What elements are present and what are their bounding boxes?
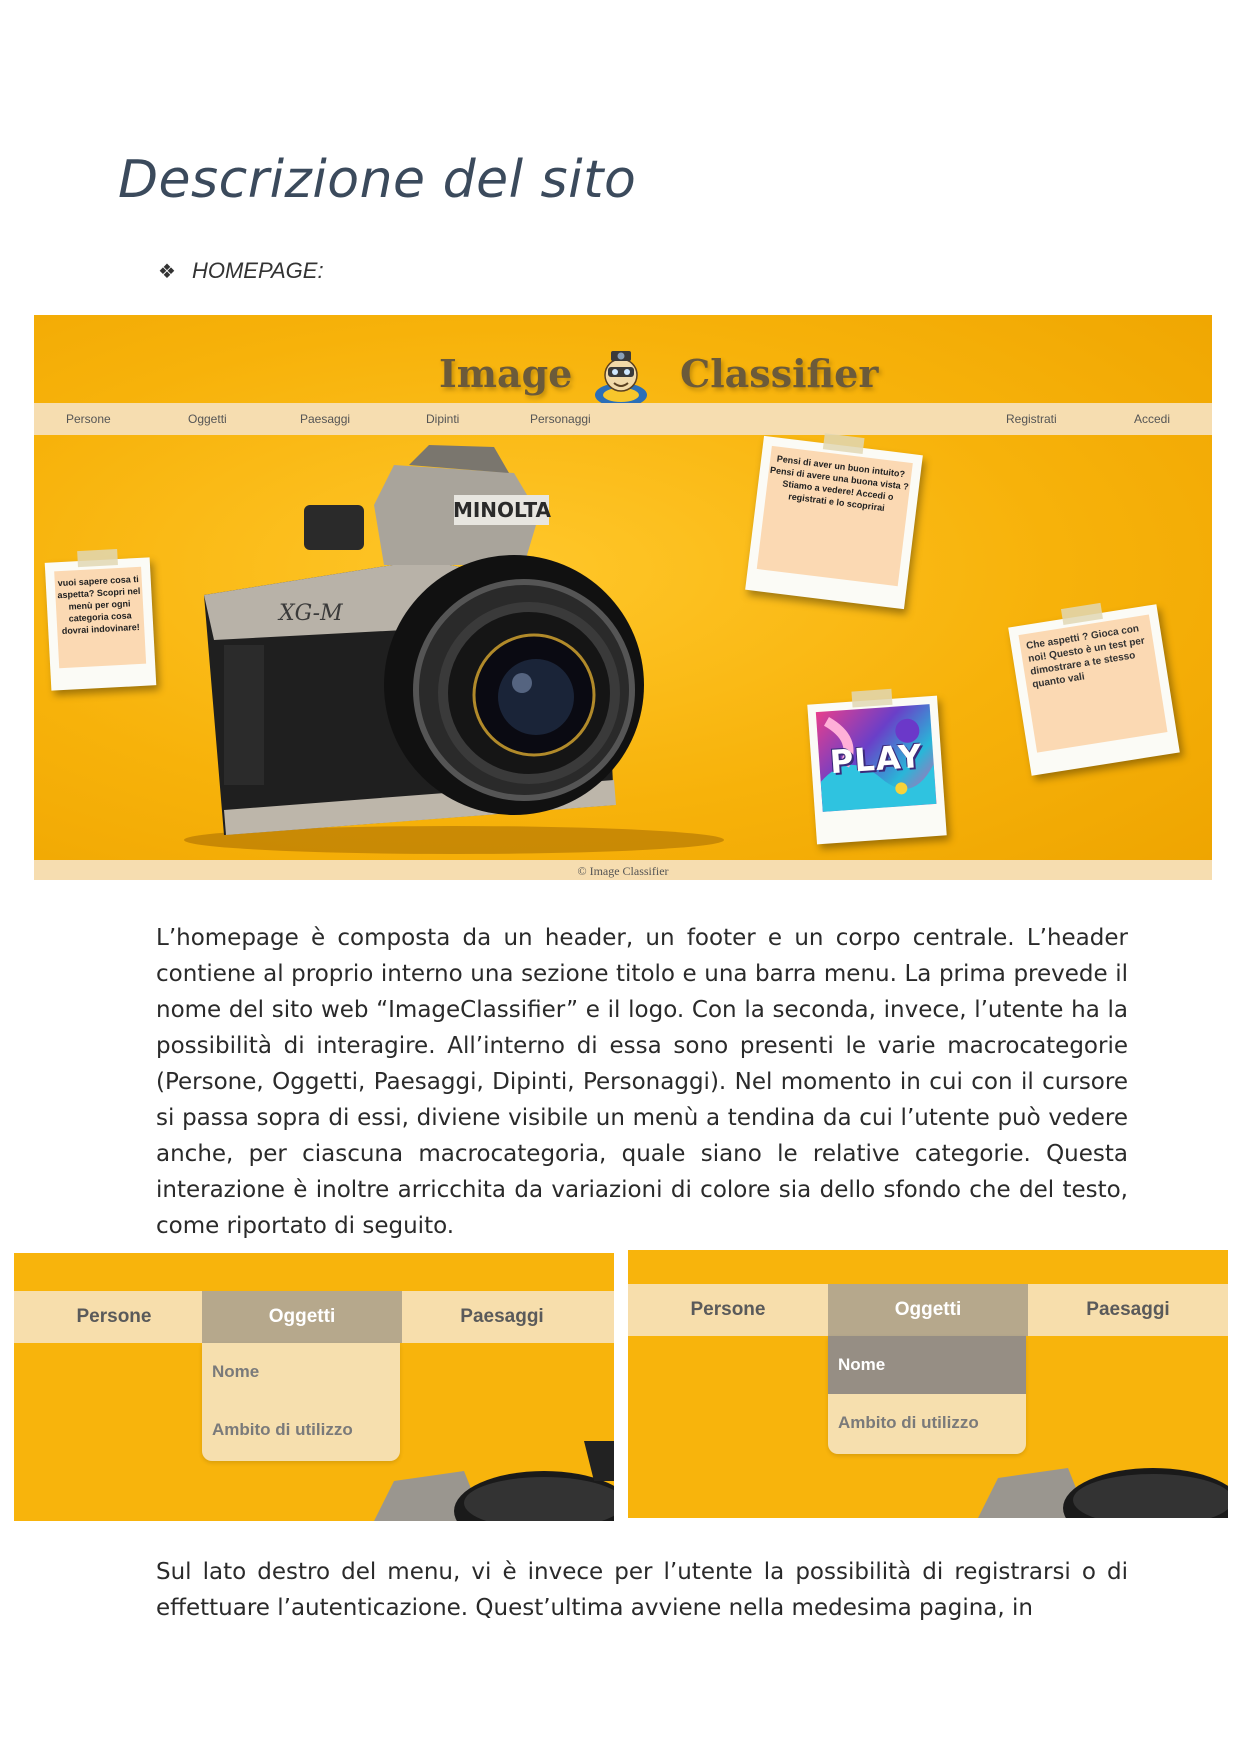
camera-lens-image — [374, 1441, 614, 1521]
nav-paesaggi[interactable]: Paesaggi — [300, 412, 350, 426]
play-label: PLAY — [828, 736, 924, 782]
dropdown-item-nome-hover[interactable]: Nome — [828, 1336, 1026, 1394]
note-text: Che aspetti ? Gioca con noi! Questo è un… — [1018, 614, 1168, 753]
sticky-note-play: Che aspetti ? Gioca con noi! Questo è un… — [1008, 602, 1180, 776]
dropdown-item-nome[interactable]: Nome — [202, 1343, 400, 1401]
menu-tab-oggetti[interactable]: Oggetti — [828, 1284, 1028, 1336]
site-title: Image Classifier — [34, 333, 1212, 407]
site-title-classifier: Classifier — [680, 351, 879, 396]
menu-tab-oggetti[interactable]: Oggetti — [202, 1291, 402, 1343]
paragraph-homepage-description: L’homepage è composta da un header, un f… — [156, 925, 1128, 1239]
play-button[interactable]: PLAY — [807, 688, 947, 845]
note-text: Pensi di aver un buon intuito? Pensi di … — [756, 445, 913, 587]
homepage-footer: © Image Classifier — [34, 860, 1212, 880]
tape-decoration — [76, 549, 118, 568]
menu-tab-persone[interactable]: Persone — [628, 1284, 828, 1336]
site-title-image: Image — [439, 351, 573, 396]
camera-image: MINOLTA XG-M — [184, 445, 724, 854]
sticky-note-login: Pensi di aver un buon intuito? Pensi di … — [745, 433, 923, 610]
nav-dipinti[interactable]: Dipinti — [426, 412, 459, 426]
nav-persone[interactable]: Persone — [66, 412, 111, 426]
camera-model-text: XG-M — [277, 601, 343, 626]
homepage-screenshot: Image Classifier Persone Oggetti Paesagg… — [34, 315, 1212, 880]
nav-oggetti[interactable]: Oggetti — [188, 412, 227, 426]
tape-decoration — [851, 688, 893, 708]
play-artwork: PLAY — [815, 704, 937, 812]
menu-tab-persone[interactable]: Persone — [14, 1291, 214, 1343]
footer-copyright: © Image Classifier — [577, 864, 669, 878]
nav-registrati[interactable]: Registrati — [1006, 412, 1057, 426]
paragraph-auth-description: Sul lato destro del menu, vi è invece pe… — [156, 1559, 1128, 1621]
nav-accedi[interactable]: Accedi — [1134, 412, 1170, 426]
note-text: vuoi sapere cosa ti aspetta? Scopri nel … — [54, 566, 147, 669]
nav-personaggi[interactable]: Personaggi — [530, 412, 591, 426]
dropdown-panel: Nome Ambito di utilizzo — [828, 1336, 1026, 1454]
dropdown-screenshot-hover: Persone Oggetti Paesaggi Nome Ambito di … — [628, 1250, 1228, 1518]
diamond-bullet-icon: ❖ — [158, 261, 176, 283]
homepage-menu-bar: Persone Oggetti Paesaggi Dipinti Persona… — [34, 403, 1212, 435]
camera-lens-image — [978, 1468, 1228, 1518]
document-title: Descrizione del sito — [118, 150, 637, 210]
section-bullet: ❖ HOMEPAGE: — [158, 258, 324, 284]
tape-decoration — [822, 433, 865, 454]
camera-brand-text: MINOLTA — [453, 498, 552, 522]
dropdown-screenshot-open: Persone Oggetti Paesaggi Nome Ambito di … — [14, 1253, 614, 1521]
section-bullet-label: HOMEPAGE: — [191, 258, 324, 283]
menu-tab-paesaggi[interactable]: Paesaggi — [402, 1291, 602, 1343]
menu-tab-paesaggi[interactable]: Paesaggi — [1028, 1284, 1228, 1336]
sticky-note-categories: vuoi sapere cosa ti aspetta? Scopri nel … — [44, 549, 157, 691]
